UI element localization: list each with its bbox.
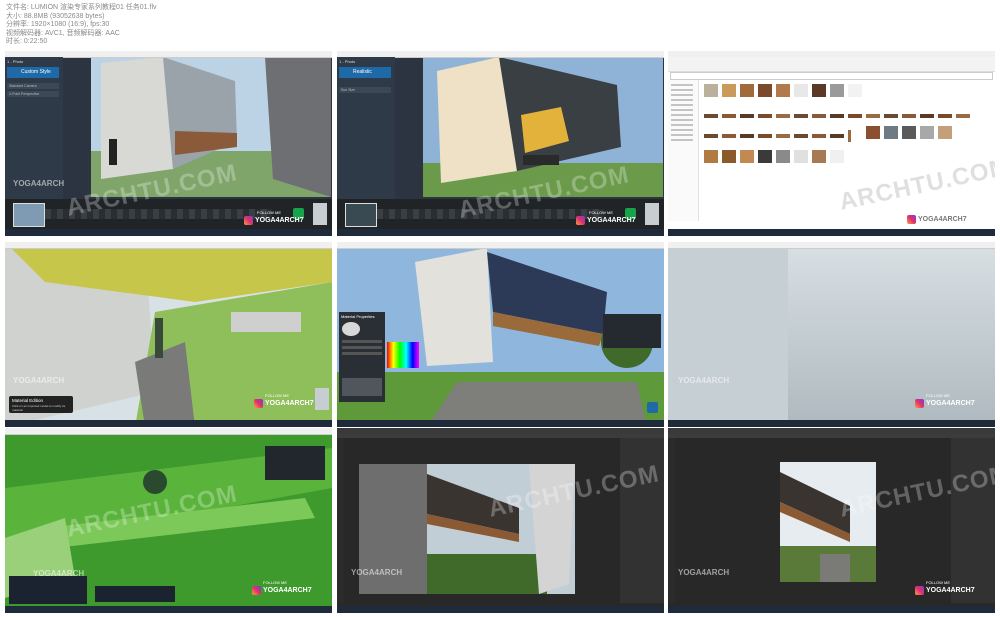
- instagram-handle: YOGA4ARCH7: [587, 217, 636, 224]
- camera-option[interactable]: Standard Camera: [7, 83, 59, 89]
- follow-me-label: FOLLOW ME: [589, 210, 614, 215]
- windows-taskbar: [668, 420, 995, 427]
- author-watermark: YOGA4ARCH: [351, 568, 403, 577]
- perspective-option[interactable]: 2-Point Perspective: [7, 91, 59, 97]
- instagram-icon: [915, 586, 924, 595]
- thumbnail-photoshop-editing[interactable]: ARCHTU.COM YOGA4ARCH: [337, 428, 664, 613]
- custom-style-button[interactable]: Custom Style: [7, 67, 59, 78]
- windows-taskbar: [337, 229, 664, 236]
- color-picker[interactable]: [387, 342, 419, 368]
- panel-title: 1 - Photo: [7, 59, 24, 64]
- material-properties-panel[interactable]: Material Properties: [339, 312, 385, 402]
- confirm-button[interactable]: [647, 402, 658, 413]
- instagram-handle: YOGA4ARCH7: [263, 587, 312, 594]
- photoshop-toolbar[interactable]: [668, 438, 675, 603]
- explorer-ribbon[interactable]: [668, 57, 995, 72]
- author-watermark: YOGA4ARCH: [13, 376, 65, 385]
- instagram-icon: [907, 215, 916, 224]
- follow-me-label: FOLLOW ME: [926, 580, 951, 585]
- panel-title: Material Properties: [341, 314, 375, 319]
- filmstrip-thumb[interactable]: [345, 203, 377, 227]
- thumbnail-file-explorer[interactable]: ARCHTU.COM YOGA4ARCH7: [668, 51, 995, 236]
- thumbnail-lumion-custom-style[interactable]: 1 - Photo Custom Style Standard Camera 2…: [5, 51, 332, 236]
- photoshop-layers-panel[interactable]: [951, 438, 995, 603]
- photoshop-options-bar: [668, 434, 995, 438]
- material-thumbnails[interactable]: [342, 378, 382, 396]
- window-titlebar: [668, 242, 995, 249]
- author-watermark: YOGA4ARCH: [33, 569, 85, 578]
- instagram-icon: [915, 399, 924, 408]
- file-info-header: 文件名: LUMION 渲染专家系列教程01 任务01.flv 大小: 88.8…: [6, 4, 157, 47]
- author-watermark: YOGA4ARCH: [13, 179, 65, 188]
- thumbnail-material-edition[interactable]: Material Edition Click on an imported mo…: [5, 242, 332, 427]
- windows-taskbar: [5, 229, 332, 236]
- instagram-icon: [576, 216, 585, 225]
- tool-icons[interactable]: [315, 388, 329, 410]
- photoshop-toolbar[interactable]: [337, 438, 344, 603]
- windows-taskbar: [5, 420, 332, 427]
- instagram-handle: YOGA4ARCH7: [918, 216, 967, 223]
- instagram-handle: YOGA4ARCH7: [265, 400, 314, 407]
- instagram-handle: YOGA4ARCH7: [926, 400, 975, 407]
- windows-taskbar: [337, 420, 664, 427]
- tooltip-title: Material Edition: [12, 398, 44, 403]
- transform-inputs[interactable]: [95, 586, 175, 602]
- window-titlebar: [5, 428, 332, 435]
- material-edition-tooltip: Material Edition Click on an imported mo…: [9, 396, 73, 413]
- sun-size-option[interactable]: Sun Size: [339, 87, 391, 93]
- instagram-icon: [254, 399, 263, 408]
- duration-line: 时长: 0:22:50: [6, 38, 48, 46]
- thumbnail-material-properties[interactable]: Material Properties: [337, 242, 664, 427]
- tooltip-text: Click on an imported model to modify its…: [12, 404, 66, 412]
- file-name-line: 文件名: LUMION 渲染专家系列教程01 任务01.flv: [6, 4, 157, 11]
- file-explorer-window: [668, 57, 995, 229]
- resolution-line: 分辨率: 1920×1080 (16:9), fps:30: [6, 21, 110, 29]
- follow-me-label: FOLLOW ME: [263, 580, 288, 585]
- follow-me-label: FOLLOW ME: [257, 210, 282, 215]
- thumbnail-green-topview[interactable]: ARCHTU.COM YOGA4ARCH FOLLOW ME YOGA4ARCH…: [5, 428, 332, 613]
- follow-me-label: FOLLOW ME: [265, 393, 290, 398]
- windows-taskbar: [668, 606, 995, 613]
- object-panel[interactable]: [603, 314, 661, 348]
- thumbnail-lumion-realistic[interactable]: 1 - Photo Realistic Sun Size ARCHTU.COM …: [337, 51, 664, 236]
- follow-me-label: FOLLOW ME: [926, 393, 951, 398]
- file-size-line: 大小: 88.8MB (93052638 bytes): [6, 12, 105, 20]
- thumbnail-grid: 1 - Photo Custom Style Standard Camera 2…: [5, 51, 997, 613]
- windows-taskbar: [5, 606, 332, 613]
- filmstrip-thumb[interactable]: [13, 203, 45, 227]
- material-preview: [342, 322, 360, 336]
- style-label: Custom Style: [21, 69, 51, 75]
- thumbnail-empty-scene[interactable]: YOGA4ARCH FOLLOW ME YOGA4ARCH7: [668, 242, 995, 427]
- instagram-icon: [252, 586, 261, 595]
- panel-title: 1 - Photo: [339, 59, 356, 64]
- photo-filmstrip: [5, 199, 332, 229]
- photoshop-options-bar: [337, 434, 664, 438]
- object-tools-bar[interactable]: [9, 576, 87, 604]
- windows-taskbar: [337, 606, 664, 613]
- instagram-handle: YOGA4ARCH7: [255, 217, 304, 224]
- tool-icons[interactable]: [313, 203, 327, 225]
- author-watermark: YOGA4ARCH: [678, 568, 730, 577]
- author-watermark: YOGA4ARCH: [678, 376, 730, 385]
- explorer-nav-pane[interactable]: [668, 80, 699, 221]
- window-titlebar: [5, 242, 332, 249]
- instagram-handle: YOGA4ARCH7: [926, 587, 975, 594]
- style-label: Realistic: [353, 69, 372, 75]
- canvas-image: [780, 462, 876, 582]
- explorer-address-bar[interactable]: [670, 72, 993, 80]
- realistic-style-button[interactable]: Realistic: [339, 67, 391, 78]
- instagram-icon: [244, 216, 253, 225]
- window-titlebar: [337, 242, 664, 249]
- tool-icons[interactable]: [645, 203, 659, 225]
- windows-taskbar: [668, 229, 995, 236]
- object-panel[interactable]: [265, 446, 325, 480]
- thumbnail-photoshop-final[interactable]: ARCHTU.COM YOGA4ARCH FOLLOW ME YOGA4ARCH…: [668, 428, 995, 613]
